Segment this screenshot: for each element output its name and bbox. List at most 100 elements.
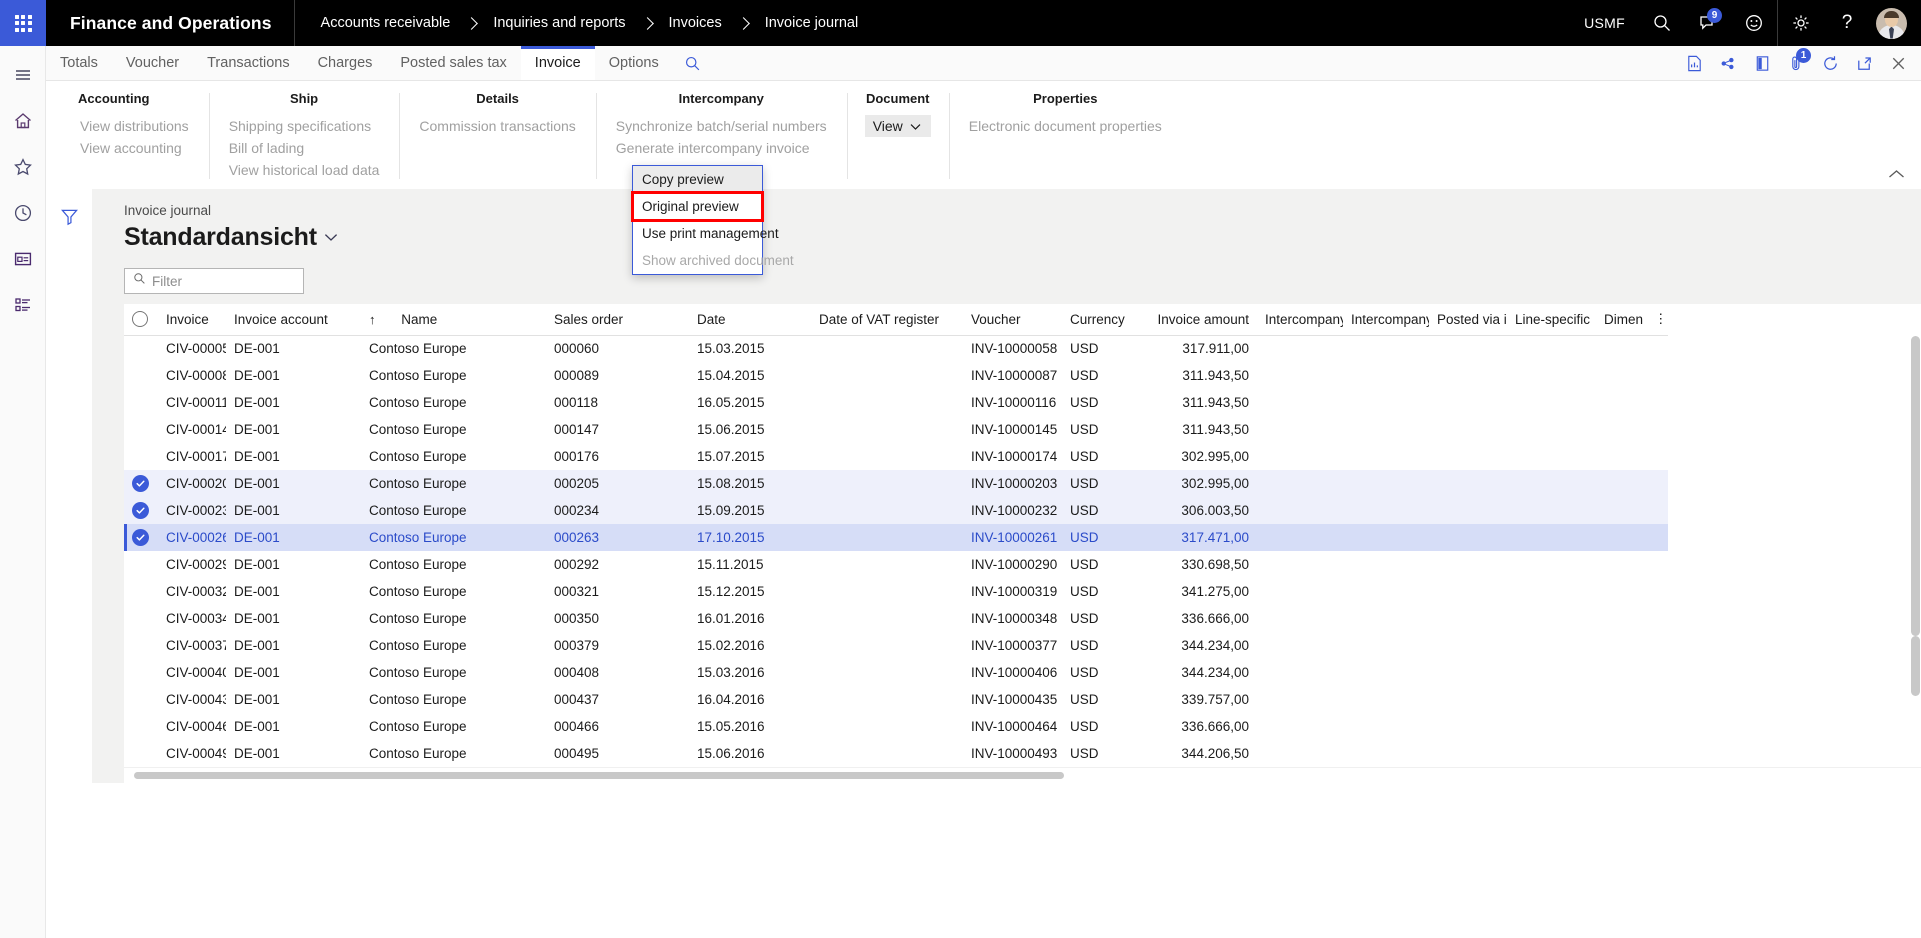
filter-input[interactable]: [152, 273, 295, 289]
cell-invoice[interactable]: CIV-000204: [158, 470, 226, 497]
breadcrumb-item-0[interactable]: Accounts receivable: [321, 15, 451, 31]
company-selector[interactable]: USMF: [1570, 0, 1639, 46]
smiley-icon[interactable]: [1731, 0, 1777, 46]
row-select-checkbox[interactable]: [124, 389, 158, 416]
column-header-date[interactable]: Date: [689, 304, 811, 336]
column-header-sales-order[interactable]: Sales order: [546, 304, 689, 336]
view-historical-load-data-button[interactable]: View historical load data: [227, 159, 382, 181]
row-select-checkbox[interactable]: [124, 740, 158, 767]
column-header-name[interactable]: ↑ Name: [361, 304, 546, 336]
column-header-voucher[interactable]: Voucher: [963, 304, 1062, 336]
view-accounting-button[interactable]: View accounting: [78, 137, 191, 159]
column-header-line-specific[interactable]: Line-specific: [1507, 304, 1596, 336]
workspaces-icon[interactable]: [0, 238, 46, 280]
breadcrumb-item-2[interactable]: Invoices: [669, 15, 722, 31]
column-header-invoice-account[interactable]: Invoice account: [226, 304, 361, 336]
cell-invoice[interactable]: CIV-000088: [158, 362, 226, 389]
row-select-checkbox[interactable]: [124, 443, 158, 470]
chevron-down-icon[interactable]: [324, 229, 338, 247]
table-row[interactable]: CIV-000117 DE-001 Contoso Europe 000118 16.0…: [124, 389, 1668, 416]
table-row[interactable]: CIV-000378 DE-001 Contoso Europe 000379 15.0…: [124, 632, 1668, 659]
column-header-intercompany-2[interactable]: Intercompany ...: [1343, 304, 1429, 336]
row-select-checkbox[interactable]: [124, 551, 158, 578]
row-select-checkbox[interactable]: [124, 632, 158, 659]
question-mark-icon[interactable]: ?: [1824, 0, 1870, 46]
table-row[interactable]: CIV-000436 DE-001 Contoso Europe 000437 16.0…: [124, 686, 1668, 713]
row-select-checkbox[interactable]: [124, 659, 158, 686]
hamburger-menu-icon[interactable]: [0, 54, 46, 96]
table-row[interactable]: CIV-000146 DE-001 Contoso Europe 000147 15.0…: [124, 416, 1668, 443]
search-icon[interactable]: [673, 46, 713, 80]
table-row[interactable]: CIV-000407 DE-001 Contoso Europe 000408 15.0…: [124, 659, 1668, 686]
row-select-checkbox[interactable]: [124, 470, 158, 497]
column-header-invoice[interactable]: Invoice: [158, 304, 226, 336]
row-select-checkbox[interactable]: [124, 605, 158, 632]
close-icon[interactable]: [1881, 46, 1915, 80]
column-header-intercompany-1[interactable]: Intercompany ...: [1257, 304, 1343, 336]
menu-item-original-preview[interactable]: Original preview: [631, 191, 764, 222]
home-icon[interactable]: [0, 100, 46, 142]
cell-invoice[interactable]: CIV-000291: [158, 551, 226, 578]
cell-invoice[interactable]: CIV-000117: [158, 389, 226, 416]
attachments-icon[interactable]: 1: [1779, 46, 1813, 80]
app-launcher-icon[interactable]: [0, 0, 46, 46]
tab-invoice[interactable]: Invoice: [520, 46, 595, 80]
column-header-posted-via-inte[interactable]: Posted via inte...: [1429, 304, 1507, 336]
clock-icon[interactable]: [0, 192, 46, 234]
search-icon[interactable]: [1639, 0, 1685, 46]
popout-icon[interactable]: [1847, 46, 1881, 80]
menu-item-copy-preview[interactable]: Copy preview: [633, 166, 762, 193]
shipping-specifications-button[interactable]: Shipping specifications: [227, 115, 382, 137]
grid-horizontal-scrollbar[interactable]: [124, 767, 1921, 783]
cell-invoice[interactable]: CIV-000175: [158, 443, 226, 470]
notifications-icon[interactable]: 9: [1685, 0, 1731, 46]
grid-vertical-scrollbar[interactable]: [1911, 336, 1920, 743]
tab-voucher[interactable]: Voucher: [112, 46, 193, 80]
row-select-checkbox[interactable]: [124, 416, 158, 443]
row-select-checkbox[interactable]: [124, 362, 158, 389]
tab-options[interactable]: Options: [595, 46, 673, 80]
table-row[interactable]: CIV-000465 DE-001 Contoso Europe 000466 15.0…: [124, 713, 1668, 740]
row-select-checkbox[interactable]: [124, 497, 158, 524]
scrollbar-thumb[interactable]: [134, 772, 1064, 779]
scrollbar-thumb[interactable]: [1911, 336, 1920, 636]
cell-invoice[interactable]: CIV-000407: [158, 659, 226, 686]
modules-icon[interactable]: [0, 284, 46, 326]
scrollbar-thumb-secondary[interactable]: [1911, 636, 1920, 696]
column-header-date-of-vat-register[interactable]: Date of VAT register: [811, 304, 963, 336]
funnel-icon[interactable]: [60, 207, 79, 231]
column-header-invoice-amount[interactable]: Invoice amount: [1138, 304, 1257, 336]
generate-intercompany-invoice-button[interactable]: Generate intercompany invoice: [614, 137, 829, 159]
table-row[interactable]: CIV-000291 DE-001 Contoso Europe 000292 15.1…: [124, 551, 1668, 578]
menu-item-use-print-management[interactable]: Use print management: [633, 220, 779, 247]
table-row[interactable]: CIV-000262 DE-001 Contoso Europe 000263 17.1…: [124, 524, 1668, 551]
view-split-button[interactable]: View: [864, 115, 931, 137]
row-select-checkbox[interactable]: [124, 524, 158, 551]
star-icon[interactable]: [0, 146, 46, 188]
cell-invoice[interactable]: CIV-000320: [158, 578, 226, 605]
report-icon[interactable]: [1677, 46, 1711, 80]
table-row[interactable]: CIV-000204 DE-001 Contoso Europe 000205 15.0…: [124, 470, 1668, 497]
cell-invoice[interactable]: CIV-000494: [158, 740, 226, 767]
row-select-checkbox[interactable]: [124, 713, 158, 740]
synchronize-batch-serial-numbers-button[interactable]: Synchronize batch/serial numbers: [614, 115, 829, 137]
share-icon[interactable]: [1711, 46, 1745, 80]
cell-invoice[interactable]: CIV-000059: [158, 335, 226, 362]
select-all-checkbox[interactable]: [124, 304, 158, 336]
row-select-checkbox[interactable]: [124, 578, 158, 605]
tab-totals[interactable]: Totals: [46, 46, 112, 80]
breadcrumb-item-3[interactable]: Invoice journal: [765, 15, 859, 31]
cell-invoice[interactable]: CIV-000436: [158, 686, 226, 713]
quick-filter[interactable]: [124, 268, 304, 294]
tab-transactions[interactable]: Transactions: [193, 46, 303, 80]
ellipsis-vertical-icon[interactable]: ⋮: [1646, 304, 1668, 336]
user-avatar[interactable]: [1876, 7, 1907, 39]
row-select-checkbox[interactable]: [124, 686, 158, 713]
view-distributions-button[interactable]: View distributions: [78, 115, 191, 137]
page-title-row[interactable]: Standardansicht: [124, 223, 1921, 252]
commission-transactions-button[interactable]: Commission transactions: [417, 115, 577, 137]
column-header-currency[interactable]: Currency: [1062, 304, 1138, 336]
cell-invoice[interactable]: CIV-000146: [158, 416, 226, 443]
table-row[interactable]: CIV-000175 DE-001 Contoso Europe 000176 15.0…: [124, 443, 1668, 470]
table-row[interactable]: CIV-000059 DE-001 Contoso Europe 000060 15.0…: [124, 335, 1668, 362]
